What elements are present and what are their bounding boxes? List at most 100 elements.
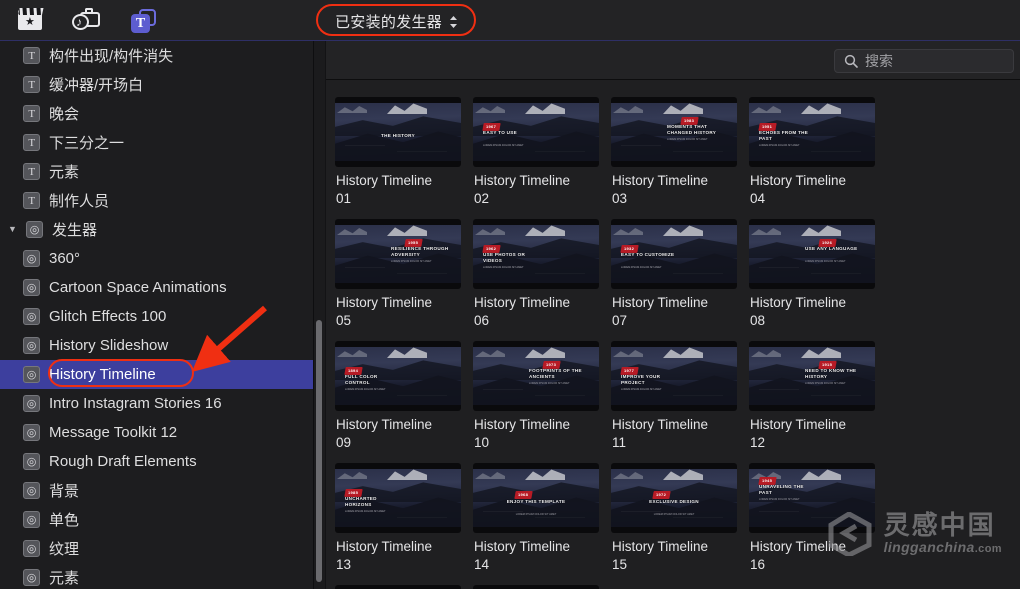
thumbnail-caption: History Timeline 15	[612, 539, 709, 572]
thumbnail-preview[interactable]: 1945 UNRAVELING THE PAST LOREM IPSUM DOLOR…	[749, 463, 875, 533]
generator-thumbnail-item[interactable]: 1972 EXCLUSIVE DESIGN LOREM IPSUM DOLOR SI…	[611, 463, 749, 574]
generator-icon: ◎	[23, 511, 40, 528]
generator-thumbnail-item[interactable]: 1955 RESILIENCE THROUGH ADVERSITY LOREM IP…	[335, 219, 473, 330]
generator-browser-window: ★ ♪ T 已安装的发生器 T 构件出现/构件消失 T 缓冲器/开场白 T 晚会…	[0, 0, 1020, 589]
sidebar-scrollbar[interactable]	[316, 320, 322, 582]
text-icon: T	[23, 192, 40, 209]
sidebar-item-label: Cartoon Space Animations	[49, 279, 227, 296]
sidebar-item-[interactable]: T 晚会	[0, 99, 313, 128]
generator-thumbnail-item[interactable]: 1894 FULL COLOR CONTROL LOREM IPSUM DOLOR …	[335, 341, 473, 452]
search-icon	[844, 54, 858, 68]
thumbnail-preview[interactable]: 1894 FULL COLOR CONTROL LOREM IPSUM DOLOR …	[335, 341, 461, 411]
browser-header: 搜索	[326, 41, 1020, 80]
thumbnail-title: NEED TO KNOW THE HISTORY	[805, 368, 857, 379]
generator-thumbnail-item[interactable]: 1985 UNCHARTED HORIZONS LOREM IPSUM DOLOR …	[335, 463, 473, 574]
sidebar-item-history-timeline[interactable]: ◎ History Timeline	[0, 360, 313, 389]
sidebar-item-[interactable]: ◎ 背景	[0, 476, 313, 505]
search-input[interactable]: 搜索	[834, 49, 1014, 73]
sidebar-item-[interactable]: ◎ 元素	[0, 563, 313, 589]
text-icon: T	[23, 134, 40, 151]
generator-thumbnail-item[interactable]: 1973 FOOTPRINTS OF THE ANCIENTS LOREM IPSU…	[473, 341, 611, 452]
thumbnail-title: UNCHARTED HORIZONS	[345, 496, 377, 507]
thumbnail-preview[interactable]	[473, 585, 599, 589]
thumbnail-image	[611, 469, 737, 527]
thumbnail-preview[interactable]: 1967 EASY TO USE LOREM IPSUM DOLOR SIT AME…	[473, 97, 599, 167]
thumbnail-preview[interactable]: 1983 MOMENTS THAT CHANGED HISTORY LOREM IP…	[611, 97, 737, 167]
sidebar-item-cartoon-space-animations[interactable]: ◎ Cartoon Space Animations	[0, 273, 313, 302]
effects-library-icon[interactable]: ★	[16, 6, 46, 34]
generator-thumbnail-item[interactable]: 1967 EASY TO USE LOREM IPSUM DOLOR SIT AME…	[473, 97, 611, 208]
thumbnail-preview[interactable]: 1972 EXCLUSIVE DESIGN LOREM IPSUM DOLOR SI…	[611, 463, 737, 533]
star-glyph: ★	[25, 16, 35, 28]
generator-thumbnail-item[interactable]: 1934THANK YOU FOR WATCHINGHistory Timeli…	[335, 585, 473, 589]
thumbnail-preview[interactable]: 1926 USE ANY LANGUAGE LOREM IPSUM DOLOR SI…	[749, 219, 875, 289]
thumbnail-caption: History Timeline 11	[612, 417, 709, 450]
thumbnail-image	[335, 103, 461, 161]
generator-thumbnail-item[interactable]: 1962 USE PHOTOS OR VIDEOS LOREM IPSUM DOLO…	[473, 219, 611, 330]
thumbnail-preview[interactable]: 1932 EASY TO CUSTOMIZE LOREM IPSUM DOLOR S…	[611, 219, 737, 289]
sidebar-item-[interactable]: T 制作人员	[0, 186, 313, 215]
sidebar-item-intro-instagram-stories-16[interactable]: ◎ Intro Instagram Stories 16	[0, 389, 313, 418]
sidebar-item-label: 360°	[49, 250, 81, 267]
disclosure-triangle-icon[interactable]: ▼	[8, 225, 19, 234]
thumbnail-preview[interactable]: 1977 IMPROVE YOUR PROJECT LOREM IPSUM DOLO…	[611, 341, 737, 411]
sidebar-item-[interactable]: T 下三分之一	[0, 128, 313, 157]
sidebar-item-rough-draft-elements[interactable]: ◎ Rough Draft Elements	[0, 447, 313, 476]
thumbnail-preview[interactable]: 1955 RESILIENCE THROUGH ADVERSITY LOREM IP…	[335, 219, 461, 289]
thumbnail-preview[interactable]: THE HISTORY	[335, 97, 461, 167]
toolbar-icon-group: ★ ♪ T	[0, 6, 158, 34]
thumbnail-title: EASY TO CUSTOMIZE	[621, 252, 675, 257]
generator-thumbnail-item[interactable]: 1968 ENJOY THIS TEMPLATE LOREM IPSUM DOLOR…	[473, 463, 611, 574]
sidebar-item-360[interactable]: ◎ 360°	[0, 244, 313, 273]
photos-audio-icon[interactable]: ♪	[72, 6, 102, 34]
thumbnail-subtitle: LOREM IPSUM DOLOR SIT AMET	[653, 513, 695, 516]
generator-thumbnail-item[interactable]: 1926 USE ANY LANGUAGE LOREM IPSUM DOLOR SI…	[749, 219, 887, 330]
thumbnail-title: USE ANY LANGUAGE	[805, 246, 858, 251]
generator-icon: ◎	[23, 395, 40, 412]
thumbnail-preview[interactable]: 1951 ECHOES FROM THE PAST LOREM IPSUM DOLO…	[749, 97, 875, 167]
sidebar-item-[interactable]: ▼ ◎ 发生器	[0, 215, 313, 244]
thumbnail-preview[interactable]: 1962 USE PHOTOS OR VIDEOS LOREM IPSUM DOLO…	[473, 219, 599, 289]
thumbnail-preview[interactable]: 1968 ENJOY THIS TEMPLATE LOREM IPSUM DOLOR…	[473, 463, 599, 533]
sidebar-item-[interactable]: T 元素	[0, 157, 313, 186]
thumbnail-caption: History Timeline 02	[474, 173, 571, 206]
thumbnail-title: ENJOY THIS TEMPLATE	[506, 499, 566, 504]
thumbnail-caption: History Timeline 05	[336, 295, 433, 328]
text-icon: T	[23, 76, 40, 93]
generator-thumbnail-item[interactable]: 1951 ECHOES FROM THE PAST LOREM IPSUM DOLO…	[749, 97, 887, 208]
sidebar-item-label: 构件出现/构件消失	[49, 48, 174, 65]
thumbnail-title: MOMENTS THAT CHANGED HISTORY	[667, 124, 717, 135]
sidebar-item-message-toolkit-12[interactable]: ◎ Message Toolkit 12	[0, 418, 313, 447]
thumbnail-image	[473, 469, 599, 527]
sidebar-item-label: 发生器	[52, 222, 98, 239]
generator-thumbnail-item[interactable]: 1977 IMPROVE YOUR PROJECT LOREM IPSUM DOLO…	[611, 341, 749, 452]
thumbnail-title: FULL COLOR CONTROL	[345, 374, 378, 385]
generator-thumbnail-item[interactable]: THE HISTORY History Timeline 01	[335, 97, 473, 208]
generator-thumbnail-item[interactable]: 1915 NEED TO KNOW THE HISTORY LOREM IPSUM …	[749, 341, 887, 452]
thumbnail-preview[interactable]: 1985 UNCHARTED HORIZONS LOREM IPSUM DOLOR …	[335, 463, 461, 533]
generator-thumbnail-item[interactable]: 1932 EASY TO CUSTOMIZE LOREM IPSUM DOLOR S…	[611, 219, 749, 330]
titles-generators-icon[interactable]: T	[128, 6, 158, 34]
thumbnail-caption: History Timeline 08	[750, 295, 847, 328]
thumbnail-preview[interactable]: 1915 NEED TO KNOW THE HISTORY LOREM IPSUM …	[749, 341, 875, 411]
music-note-glyph: ♪	[76, 15, 82, 29]
generator-icon: ◎	[23, 424, 40, 441]
installed-generators-dropdown[interactable]: 已安装的发生器	[327, 9, 464, 35]
generators-sidebar[interactable]: T 构件出现/构件消失 T 缓冲器/开场白 T 晚会 T 下三分之一 T 元素 T 制作人员 ▼ ◎ 发生器…	[0, 41, 313, 589]
thumbnail-caption: History Timeline 03	[612, 173, 709, 206]
sidebar-item-glitch-effects-100[interactable]: ◎ Glitch Effects 100	[0, 302, 313, 331]
sidebar-item-[interactable]: T 缓冲器/开场白	[0, 70, 313, 99]
sidebar-item-[interactable]: ◎ 单色	[0, 505, 313, 534]
thumbnail-preview[interactable]: 1973 FOOTPRINTS OF THE ANCIENTS LOREM IPSU…	[473, 341, 599, 411]
generator-thumbnail-item[interactable]: History Timeline18	[473, 585, 611, 589]
sidebar-item-history-slideshow[interactable]: ◎ History Slideshow	[0, 331, 313, 360]
thumbnail-caption: History Timeline 16	[750, 539, 847, 572]
thumbnail-subtitle: LOREM IPSUM DOLOR SIT AMET	[345, 388, 386, 391]
sidebar-item-[interactable]: T 构件出现/构件消失	[0, 41, 313, 70]
sidebar-item-[interactable]: ◎ 纹理	[0, 534, 313, 563]
thumbnail-year-badge: 1968	[514, 491, 533, 499]
thumbnail-title: FOOTPRINTS OF THE ANCIENTS	[529, 368, 582, 379]
thumbnail-preview[interactable]: 1934THANK YOU FOR WATCHING	[335, 585, 461, 589]
generator-thumbnail-item[interactable]: 1945 UNRAVELING THE PAST LOREM IPSUM DOLOR…	[749, 463, 887, 574]
generator-thumbnail-item[interactable]: 1983 MOMENTS THAT CHANGED HISTORY LOREM IP…	[611, 97, 749, 208]
